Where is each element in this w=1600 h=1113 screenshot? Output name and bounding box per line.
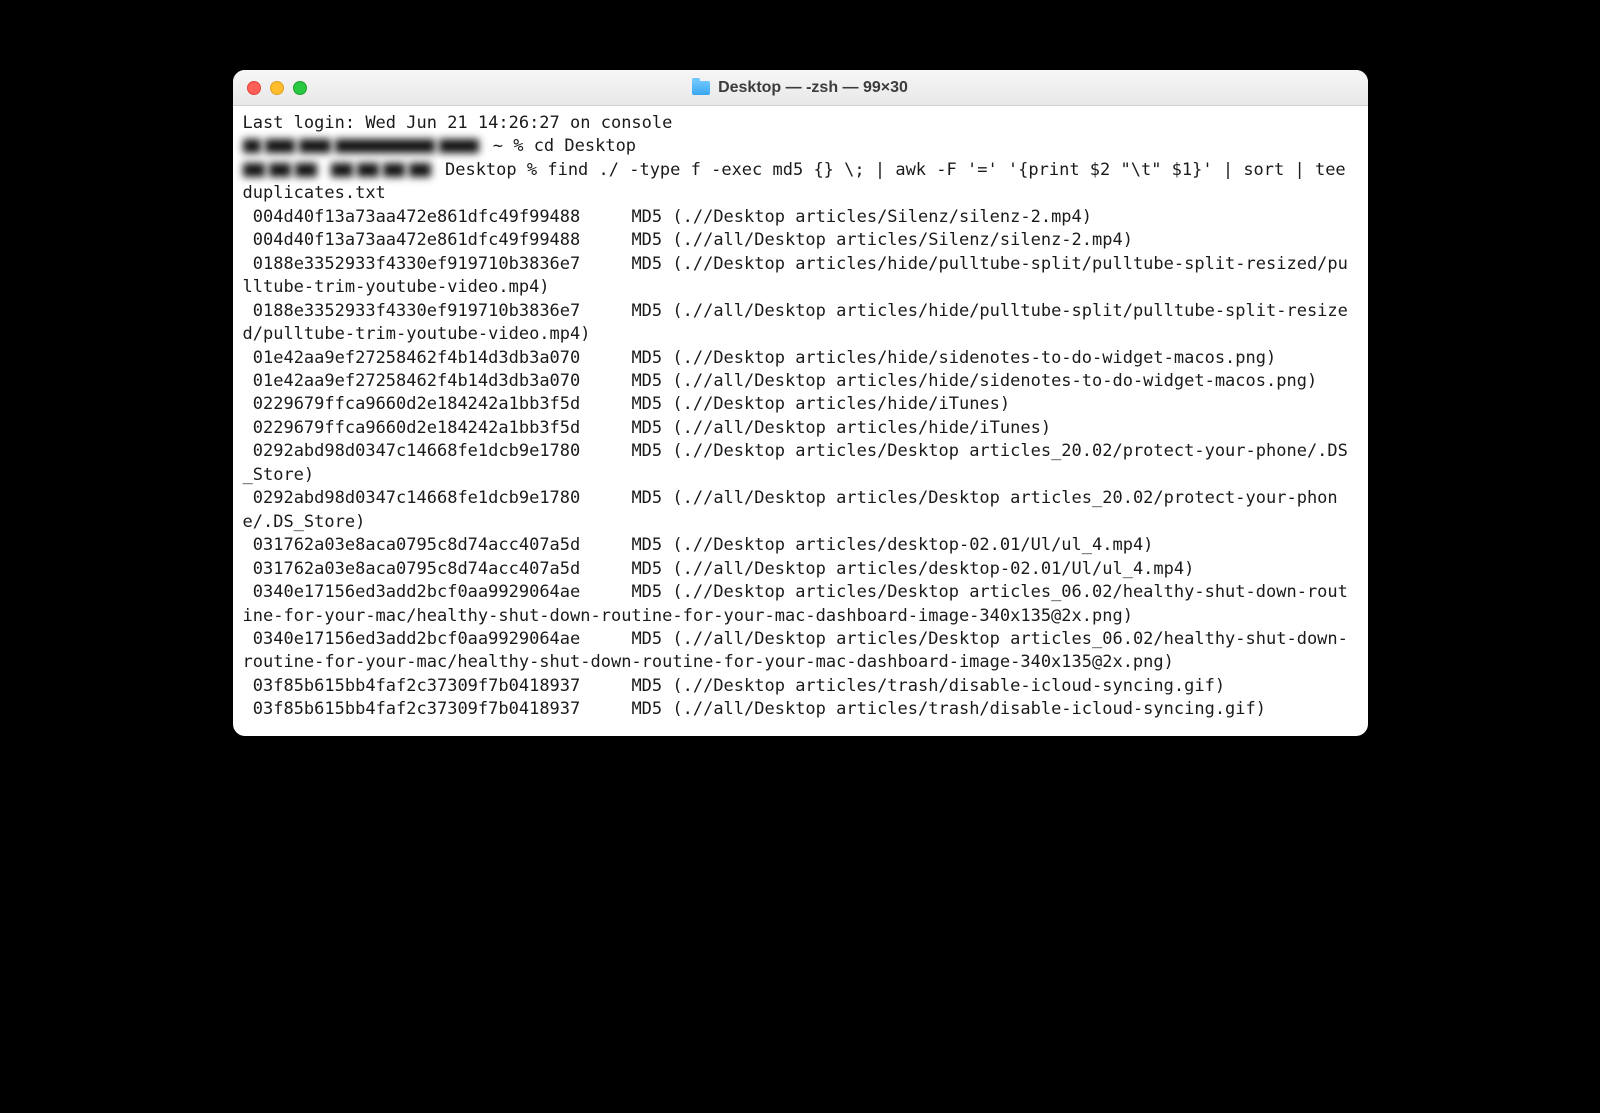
window-title-text: Desktop — -zsh — 99×30	[718, 79, 908, 97]
output-line: 004d40f13a73aa472e861dfc49f99488 MD5 (./…	[243, 230, 1133, 250]
close-icon[interactable]	[247, 81, 261, 95]
output-line: 031762a03e8aca0795c8d74acc407a5d MD5 (./…	[243, 535, 1154, 555]
output-line: 031762a03e8aca0795c8d74acc407a5d MD5 (./…	[243, 559, 1195, 579]
redacted-text	[383, 163, 405, 177]
output-line: 0292abd98d0347c14668fe1dcb9e1780 MD5 (./…	[243, 441, 1348, 484]
output-line: 004d40f13a73aa472e861dfc49f99488 MD5 (./…	[243, 207, 1093, 227]
window-title: Desktop — -zsh — 99×30	[233, 79, 1368, 97]
command-1: cd Desktop	[534, 136, 636, 156]
redacted-text	[357, 163, 379, 177]
redacted-text	[331, 163, 353, 177]
minimize-icon[interactable]	[270, 81, 284, 95]
terminal-window: Desktop — -zsh — 99×30 Last login: Wed J…	[233, 70, 1368, 736]
redacted-text	[335, 139, 435, 153]
redacted-text	[409, 163, 431, 177]
terminal-output[interactable]: Last login: Wed Jun 21 14:26:27 on conso…	[233, 106, 1368, 736]
output-line: 0340e17156ed3add2bcf0aa9929064ae MD5 (./…	[243, 629, 1348, 672]
redacted-text	[243, 139, 261, 153]
zoom-icon[interactable]	[293, 81, 307, 95]
output-line: 0188e3352933f4330ef919710b3836e7 MD5 (./…	[243, 301, 1348, 344]
last-login-line: Last login: Wed Jun 21 14:26:27 on conso…	[243, 113, 673, 133]
output-line: 01e42aa9ef27258462f4b14d3db3a070 MD5 (./…	[243, 348, 1277, 368]
output-line: 01e42aa9ef27258462f4b14d3db3a070 MD5 (./…	[243, 371, 1318, 391]
prompt-2: Desktop %	[435, 160, 548, 180]
redacted-text	[269, 163, 291, 177]
output-line: 03f85b615bb4faf2c37309f7b0418937 MD5 (./…	[243, 699, 1267, 719]
output-line: 0292abd98d0347c14668fe1dcb9e1780 MD5 (./…	[243, 488, 1338, 531]
redacted-text	[439, 139, 479, 153]
window-controls	[233, 81, 307, 95]
output-line: 03f85b615bb4faf2c37309f7b0418937 MD5 (./…	[243, 676, 1226, 696]
output-line: 0340e17156ed3add2bcf0aa9929064ae MD5 (./…	[243, 582, 1348, 625]
output-line: 0188e3352933f4330ef919710b3836e7 MD5 (./…	[243, 254, 1348, 297]
redacted-text	[265, 139, 295, 153]
output-line: 0229679ffca9660d2e184242a1bb3f5d MD5 (./…	[243, 418, 1052, 438]
redacted-text	[243, 163, 265, 177]
prompt-1: ~ %	[483, 136, 534, 156]
titlebar[interactable]: Desktop — -zsh — 99×30	[233, 70, 1368, 106]
redacted-text	[299, 139, 331, 153]
output-line: 0229679ffca9660d2e184242a1bb3f5d MD5 (./…	[243, 394, 1011, 414]
folder-icon	[692, 81, 710, 95]
redacted-text	[295, 163, 317, 177]
